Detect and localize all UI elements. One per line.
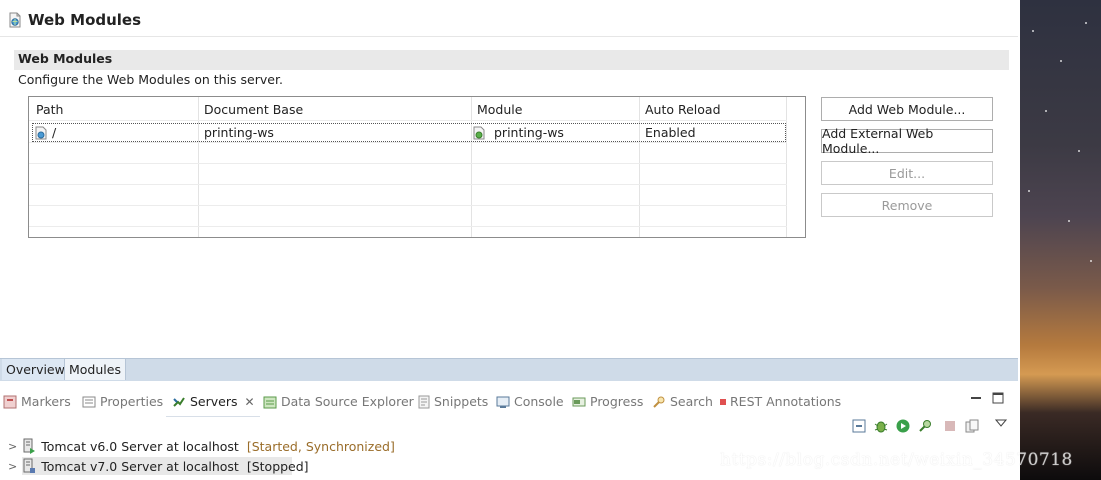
column-divider <box>198 97 199 237</box>
chevron-right-icon[interactable]: > <box>8 460 17 473</box>
server-name: Tomcat v6.0 Server at localhost <box>41 438 239 454</box>
tab-label: Properties <box>100 394 164 409</box>
add-web-module-button[interactable]: Add Web Module... <box>821 97 993 121</box>
web-module-icon <box>8 12 22 28</box>
title-divider <box>0 36 1018 37</box>
tab-label: Markers <box>21 394 71 409</box>
star <box>1028 190 1030 192</box>
servers-icon <box>172 395 186 409</box>
star <box>1032 30 1034 32</box>
tab-label: Console <box>514 394 564 409</box>
column-divider <box>639 97 640 237</box>
tab-label: Progress <box>590 394 644 409</box>
page-title: Web Modules <box>28 11 142 29</box>
close-icon[interactable]: ✕ <box>245 395 255 409</box>
add-external-web-module-button[interactable]: Add External Web Module... <box>821 126 993 156</box>
server-name: Tomcat v7.0 Server at localhost <box>41 458 239 474</box>
table-cell-module[interactable]: printing-ws <box>473 125 564 140</box>
row-divider <box>29 226 787 227</box>
tab-modules[interactable]: Modules <box>64 359 126 380</box>
properties-icon <box>82 395 96 409</box>
server-started-icon <box>22 438 36 454</box>
views-tab-bar: Markers Properties Servers ✕ Data Source… <box>0 386 1018 416</box>
star <box>1090 260 1092 262</box>
start-server-icon[interactable] <box>896 419 910 433</box>
star <box>1078 150 1080 152</box>
tab-label: Data Source Explorer <box>281 394 414 409</box>
desktop-background <box>1020 0 1101 480</box>
column-header-auto-reload[interactable]: Auto Reload <box>645 102 721 117</box>
tab-label: Snippets <box>434 394 489 409</box>
tab-markers[interactable]: Markers <box>3 394 71 409</box>
row-divider <box>29 163 787 164</box>
row-divider <box>29 142 787 143</box>
view-menu-icon[interactable] <box>995 418 1009 432</box>
console-icon <box>496 395 510 409</box>
snippets-icon <box>418 395 430 409</box>
tab-label: Search <box>670 394 713 409</box>
maximize-icon[interactable] <box>992 392 1004 404</box>
tab-servers[interactable]: Servers ✕ <box>172 394 255 409</box>
editor-title-bar: Web Modules <box>8 9 141 31</box>
path-value: / <box>52 125 57 140</box>
server-editor: Web Modules Web Modules Configure the We… <box>0 0 1018 381</box>
tab-search[interactable]: Search <box>652 394 713 409</box>
section-header <box>14 50 1009 70</box>
column-divider <box>786 97 787 237</box>
tab-data-source-explorer[interactable]: Data Source Explorer <box>263 394 414 409</box>
watermark: https://blog.csdn.net/weixin_34570718 <box>720 450 1073 470</box>
tab-progress[interactable]: Progress <box>572 394 643 409</box>
star <box>1085 22 1087 24</box>
progress-icon <box>572 395 586 409</box>
stop-server-icon[interactable] <box>943 419 957 433</box>
tab-console[interactable]: Console <box>496 394 564 409</box>
collapse-all-icon[interactable] <box>852 419 866 433</box>
column-divider <box>471 97 472 237</box>
tab-rest-annotations[interactable]: REST Annotations <box>720 394 841 409</box>
database-icon <box>263 395 277 409</box>
column-header-module[interactable]: Module <box>477 102 522 117</box>
star <box>1045 110 1047 112</box>
tab-snippets[interactable]: Snippets <box>418 394 488 409</box>
tab-properties[interactable]: Properties <box>82 394 163 409</box>
rest-annotations-icon <box>720 398 726 405</box>
section-title: Web Modules <box>18 51 113 66</box>
table-cell-document-base[interactable]: printing-ws <box>204 125 274 140</box>
star <box>1060 60 1062 62</box>
module-value: printing-ws <box>494 125 564 140</box>
web-module-icon <box>35 126 48 140</box>
star <box>1068 220 1070 222</box>
list-item[interactable]: > Tomcat v6.0 Server at localhost [Start… <box>8 437 395 455</box>
section-description: Configure the Web Modules on this server… <box>18 72 283 87</box>
profile-icon[interactable] <box>918 419 932 433</box>
web-modules-table[interactable]: Path Document Base Module Auto Reload / … <box>28 96 806 238</box>
server-status: [Stopped] <box>246 458 309 474</box>
tab-label: Servers <box>190 394 238 409</box>
header-divider <box>29 120 787 121</box>
remove-button[interactable]: Remove <box>821 193 993 217</box>
row-divider <box>29 184 787 185</box>
chevron-right-icon[interactable]: > <box>8 440 17 453</box>
minimize-icon[interactable] <box>970 392 982 404</box>
tab-label: REST Annotations <box>730 394 842 409</box>
markers-icon <box>3 395 17 409</box>
list-item[interactable]: > Tomcat v7.0 Server at localhost [Stopp… <box>8 457 309 475</box>
tab-overview[interactable]: Overview <box>2 359 69 380</box>
column-header-document-base[interactable]: Document Base <box>204 102 303 117</box>
column-header-path[interactable]: Path <box>36 102 63 117</box>
server-status: [Started, Synchronized] <box>246 438 395 454</box>
server-stopped-icon <box>22 458 36 474</box>
search-icon <box>652 395 666 409</box>
row-divider <box>29 205 787 206</box>
table-cell-auto-reload[interactable]: Enabled <box>645 125 696 140</box>
edit-button[interactable]: Edit... <box>821 161 993 185</box>
table-cell-path[interactable]: / <box>35 125 56 140</box>
web-module-icon <box>473 126 486 140</box>
publish-icon[interactable] <box>965 419 979 433</box>
debug-icon[interactable] <box>874 419 888 433</box>
editor-tab-bar: Overview Modules <box>0 358 1018 381</box>
